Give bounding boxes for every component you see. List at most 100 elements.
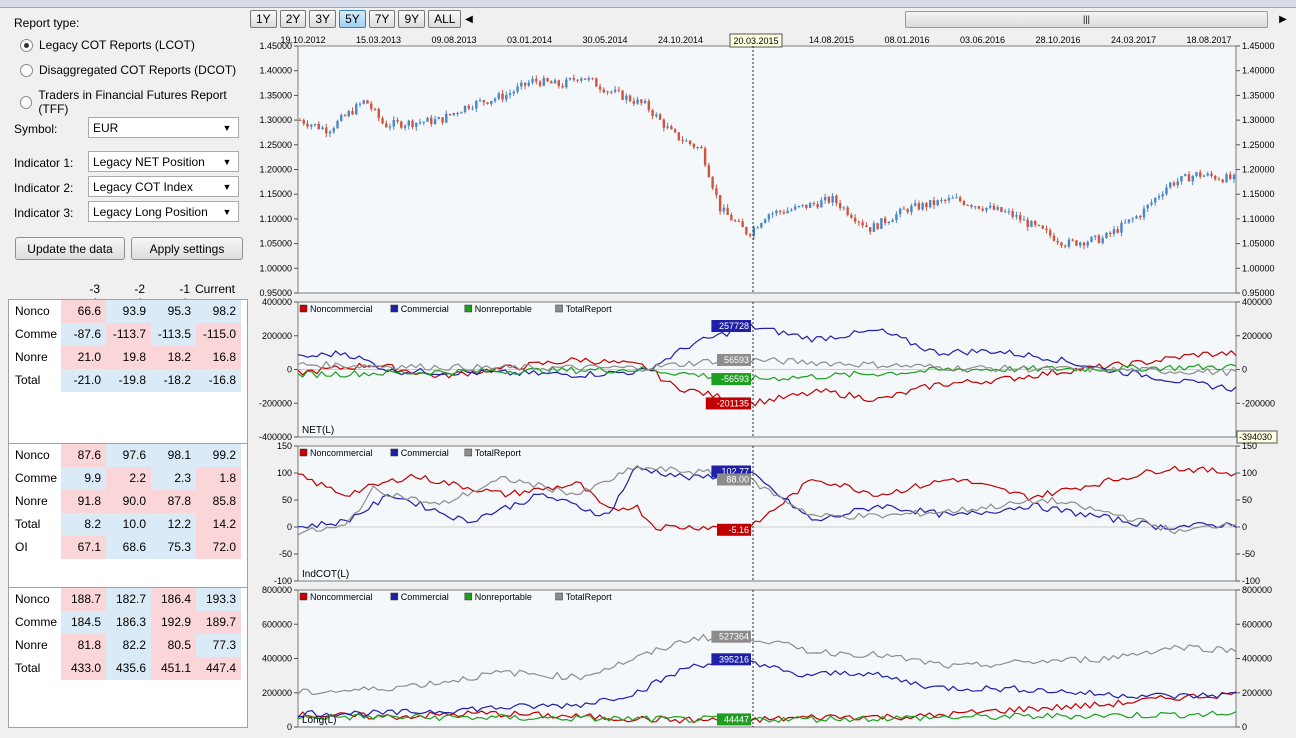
cursor-value-box: [711, 630, 751, 643]
candle-body: [505, 94, 508, 100]
candle-body: [336, 120, 339, 129]
cursor-date-label: 20.03.2015: [733, 36, 778, 46]
cursor-value-label: 527364: [719, 632, 749, 642]
candle-body: [917, 203, 921, 210]
cursor-value-label: -201135: [717, 398, 749, 408]
cot-index-table: Nonco 87.6 97.6 98.1 99.2 Comme 9.9 2.2 2.3 1.8 No…: [8, 443, 248, 588]
indicator3-select[interactable]: Legacy Long Position ▼: [88, 201, 239, 222]
candle-body: [988, 205, 992, 208]
cursor-value-box: [711, 465, 751, 478]
y-tick-label-left: 1.30000: [259, 115, 292, 125]
period-button-7y[interactable]: 7Y: [368, 10, 396, 28]
candle-body: [850, 214, 853, 218]
x-date-label: 18.08.2017: [1186, 35, 1231, 45]
period-button-1y[interactable]: 1Y: [250, 10, 277, 28]
row-name: [9, 415, 61, 438]
candle-body: [430, 117, 433, 124]
legend-label: TotalReport: [566, 592, 613, 602]
radio-tff[interactable]: Traders in Financial Futures Report (TFF…: [20, 88, 248, 116]
candle-body: [1139, 216, 1142, 218]
legend-label: Noncommercial: [310, 448, 373, 458]
candle-body: [587, 78, 591, 80]
candle-body: [1199, 172, 1202, 177]
candle-body: [1018, 215, 1022, 221]
value-cell: 85.8: [196, 490, 241, 513]
period-button-9y[interactable]: 9Y: [398, 10, 426, 28]
y-tick-label-left: 0: [287, 722, 292, 732]
legend-swatch: [390, 448, 399, 457]
scroll-left-icon[interactable]: ◀: [462, 11, 476, 28]
indicator2-select[interactable]: Legacy COT Index ▼: [88, 176, 239, 197]
row-name: Nonre: [15, 350, 48, 364]
candle-body: [786, 210, 789, 214]
update-data-button[interactable]: Update the data: [15, 237, 125, 260]
candle-body: [1003, 211, 1007, 213]
candle-body: [580, 78, 583, 81]
x-date-label: 28.10.2016: [1035, 35, 1080, 45]
value-cell: 1.8: [196, 467, 241, 490]
candle-body: [951, 197, 954, 199]
candle-body: [1041, 225, 1044, 229]
candle-body: [640, 99, 643, 103]
y-tick-label-left: 1.05000: [259, 239, 292, 249]
candle-body: [1180, 175, 1183, 182]
legend-label: Commercial: [401, 304, 449, 314]
candle-body: [928, 200, 932, 208]
value-cell: [196, 703, 241, 726]
row-name: Nonco: [15, 304, 50, 318]
row-name: [9, 680, 61, 703]
y-tick-label-left: 1.15000: [259, 189, 292, 199]
candle-body: [1169, 182, 1172, 188]
y-tick-label-right: -50: [1242, 549, 1255, 559]
scroll-right-icon[interactable]: ▶: [1276, 11, 1290, 28]
period-button-5y[interactable]: 5Y: [339, 10, 366, 28]
value-cell: 182.7: [106, 588, 151, 611]
value-cell: [151, 415, 196, 438]
candle-body: [471, 108, 474, 110]
series-line-total: [297, 464, 1237, 536]
symbol-select[interactable]: EUR ▼: [88, 117, 239, 138]
y-tick-label-left: 400000: [262, 654, 292, 664]
row-name: Comme: [15, 615, 58, 629]
candle-body: [1229, 174, 1232, 180]
candle-body: [298, 120, 302, 122]
chart-scrollbar[interactable]: |||: [905, 11, 1268, 28]
candle-body: [658, 114, 662, 120]
value-cell: 447.4: [196, 657, 241, 680]
value-cell: [106, 703, 151, 726]
candle-body: [351, 111, 354, 115]
legend-swatch: [464, 304, 473, 313]
radio-dcot[interactable]: Disaggregated COT Reports (DCOT): [20, 63, 236, 77]
value-cell: [106, 415, 151, 438]
y-tick-label-right: 150: [1242, 441, 1257, 451]
candle-body: [865, 225, 868, 228]
chevron-down-icon: ▼: [222, 156, 232, 167]
candle-body: [568, 78, 572, 80]
candle-body: [377, 109, 380, 119]
candle-body: [433, 119, 437, 124]
pane-name-label: Long(L): [302, 715, 336, 726]
period-button-3y[interactable]: 3Y: [309, 10, 337, 28]
value-cell: 97.6: [106, 444, 151, 467]
candle-body: [1154, 197, 1157, 203]
y-tick-label-right: 400000: [1242, 297, 1272, 307]
value-cell: 188.7: [61, 588, 106, 611]
candle-body: [838, 203, 842, 209]
table-row: Nonco 66.6 93.9 95.3 98.2: [9, 300, 247, 323]
period-button-all[interactable]: ALL: [428, 10, 462, 28]
candle-body: [970, 205, 973, 207]
value-cell: -16.8: [196, 369, 241, 392]
value-cell: [196, 392, 241, 415]
candle-body: [407, 120, 410, 126]
apply-settings-button[interactable]: Apply settings: [131, 237, 243, 260]
cursor-value-box: [711, 373, 751, 386]
period-button-2y[interactable]: 2Y: [279, 10, 307, 28]
row-name: Comme: [15, 471, 58, 485]
radio-lcot[interactable]: Legacy COT Reports (LCOT): [20, 38, 195, 52]
candle-body: [801, 204, 804, 206]
candle-body: [583, 78, 587, 80]
indicator1-select[interactable]: Legacy NET Position ▼: [88, 151, 239, 172]
y-tick-label-right: 600000: [1242, 619, 1272, 629]
x-date-label: 19.10.2012: [280, 35, 325, 45]
candle-body: [306, 123, 309, 127]
